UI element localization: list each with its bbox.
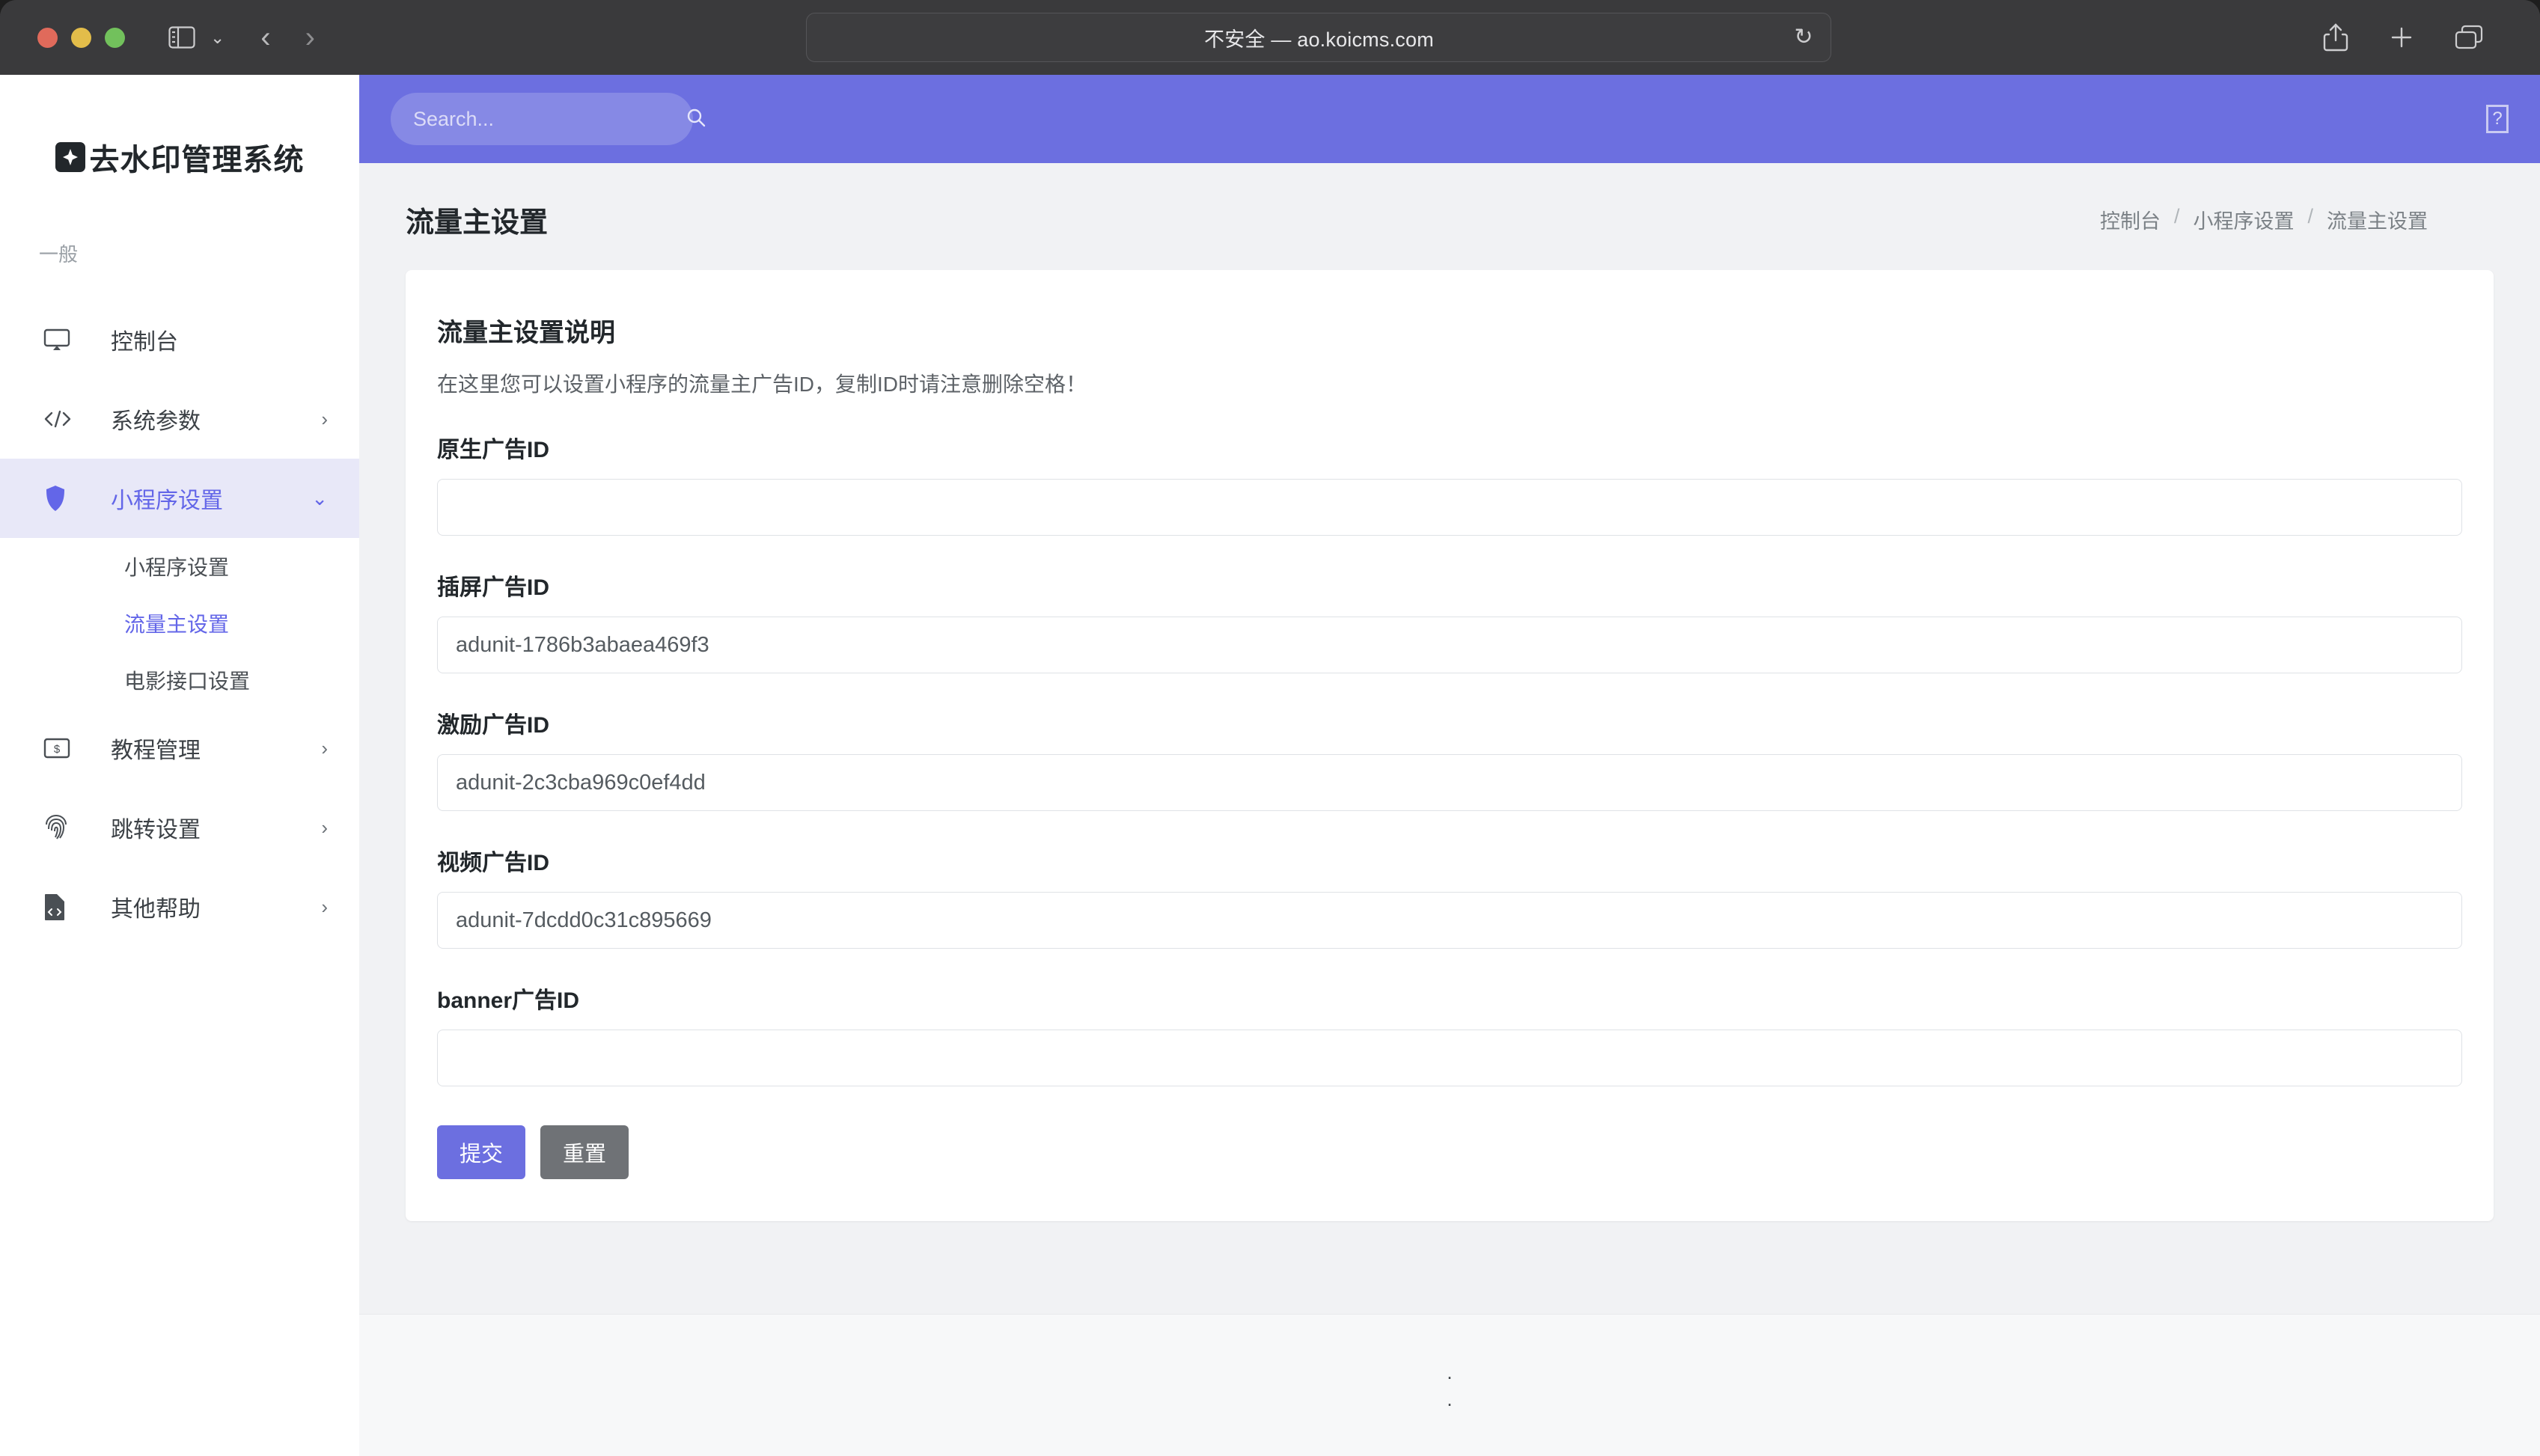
breadcrumb-item-miniprogram[interactable]: 小程序设置 bbox=[2193, 205, 2294, 234]
back-button[interactable]: ‹ bbox=[260, 22, 270, 52]
form-group-rewarded-ad: 激励广告ID bbox=[437, 706, 2462, 811]
banner-ad-id-input[interactable] bbox=[437, 1030, 2462, 1086]
field-label: 激励广告ID bbox=[437, 713, 549, 738]
sidebar-subitem-movie-api-settings[interactable]: 电影接口设置 bbox=[0, 652, 359, 709]
footer-line-2: . bbox=[1447, 1387, 1453, 1410]
submit-button[interactable]: 提交 bbox=[437, 1125, 525, 1179]
money-card-icon: $ bbox=[43, 738, 78, 759]
search-box[interactable] bbox=[391, 93, 706, 145]
app-sidebar: 去水印管理系统 一般 控制台 系统参数 › 小程序设置 ⌄ 小程序设置 流量主设… bbox=[0, 75, 359, 1456]
monitor-icon bbox=[43, 328, 78, 352]
native-ad-id-input[interactable] bbox=[437, 479, 2462, 536]
new-tab-icon[interactable] bbox=[2389, 25, 2414, 50]
card-description: 在这里您可以设置小程序的流量主广告ID，复制ID时请注意删除空格！ bbox=[437, 373, 1087, 396]
sidebar-subitem-miniprogram-settings[interactable]: 小程序设置 bbox=[0, 538, 359, 595]
field-label: banner广告ID bbox=[437, 988, 580, 1013]
web-page: 去水印管理系统 一般 控制台 系统参数 › 小程序设置 ⌄ 小程序设置 流量主设… bbox=[0, 75, 2540, 1456]
fingerprint-icon bbox=[43, 814, 78, 841]
maximize-window-button[interactable] bbox=[105, 27, 125, 48]
settings-card: 流量主设置说明 在这里您可以设置小程序的流量主广告ID，复制ID时请注意删除空格… bbox=[406, 270, 2494, 1221]
chevron-right-icon: › bbox=[321, 737, 328, 759]
field-label: 插屏广告ID bbox=[437, 575, 549, 600]
form-group-banner-ad: banner广告ID bbox=[437, 982, 2462, 1086]
search-icon[interactable] bbox=[686, 107, 706, 132]
sidebar-item-miniprogram-settings[interactable]: 小程序设置 ⌄ bbox=[0, 459, 359, 538]
navigation-arrows: ‹ › bbox=[260, 22, 315, 52]
sidebar-item-system-params[interactable]: 系统参数 › bbox=[0, 379, 359, 459]
url-bar-container: 不安全 — ao.koicms.com ↻ bbox=[315, 13, 2323, 62]
chevron-right-icon: › bbox=[321, 896, 328, 918]
sidebar-item-label: 控制台 bbox=[111, 330, 178, 355]
browser-right-tools bbox=[2323, 22, 2483, 52]
card-title: 流量主设置说明 bbox=[437, 319, 615, 347]
chevron-down-icon: ⌄ bbox=[311, 487, 328, 510]
main-content: ? 流量主设置 控制台 / 小程序设置 / 流量主设置 流量主设置说明 在这里您… bbox=[359, 75, 2540, 1456]
chevron-right-icon: › bbox=[321, 816, 328, 839]
browser-titlebar: ⌄ ‹ › 不安全 — ao.koicms.com ↻ bbox=[0, 0, 2540, 75]
subnav-label: 电影接口设置 bbox=[124, 670, 251, 693]
breadcrumb-separator: / bbox=[2173, 205, 2180, 227]
sidebar-subitem-traffic-settings[interactable]: 流量主设置 bbox=[0, 595, 359, 652]
subnav-label: 小程序设置 bbox=[124, 556, 230, 579]
field-label: 视频广告ID bbox=[437, 851, 549, 875]
search-input[interactable] bbox=[413, 107, 678, 131]
file-code-icon bbox=[43, 893, 78, 920]
forward-button[interactable]: › bbox=[305, 22, 315, 52]
reset-button[interactable]: 重置 bbox=[540, 1125, 629, 1179]
browser-window: ⌄ ‹ › 不安全 — ao.koicms.com ↻ 去水印管理系统 一般 控… bbox=[0, 0, 2540, 1456]
page-footer: . . bbox=[359, 1314, 2540, 1456]
share-icon[interactable] bbox=[2323, 22, 2348, 52]
chevron-right-icon: › bbox=[321, 408, 328, 430]
sidebar-item-redirect-settings[interactable]: 跳转设置 › bbox=[0, 788, 359, 867]
shield-icon bbox=[43, 485, 78, 512]
page-title: 流量主设置 bbox=[406, 207, 549, 239]
rewarded-ad-id-input[interactable] bbox=[437, 754, 2462, 811]
breadcrumb-item-dashboard[interactable]: 控制台 bbox=[2100, 205, 2161, 234]
sidebar-item-label: 小程序设置 bbox=[111, 489, 223, 513]
minimize-window-button[interactable] bbox=[71, 27, 91, 48]
code-icon bbox=[43, 409, 78, 429]
form-group-native-ad: 原生广告ID bbox=[437, 431, 2462, 536]
sidebar-toggle-icon[interactable] bbox=[168, 26, 195, 49]
breadcrumb-item-current: 流量主设置 bbox=[2327, 210, 2428, 233]
breadcrumb-separator: / bbox=[2307, 205, 2313, 227]
nav-section-label: 一般 bbox=[39, 243, 79, 266]
sidebar-item-dashboard[interactable]: 控制台 bbox=[0, 300, 359, 379]
url-text: 不安全 — ao.koicms.com bbox=[1204, 28, 1434, 51]
breadcrumb: 控制台 / 小程序设置 / 流量主设置 bbox=[2100, 205, 2428, 234]
video-ad-id-input[interactable] bbox=[437, 892, 2462, 949]
svg-text:$: $ bbox=[54, 743, 61, 756]
close-window-button[interactable] bbox=[37, 27, 58, 48]
sidebar-item-other-help[interactable]: 其他帮助 › bbox=[0, 867, 359, 946]
page-header: 流量主设置 控制台 / 小程序设置 / 流量主设置 bbox=[359, 163, 2540, 270]
chevron-down-icon[interactable]: ⌄ bbox=[210, 28, 225, 46]
sidebar-item-tutorial-management[interactable]: $ 教程管理 › bbox=[0, 709, 359, 788]
subnav-label: 流量主设置 bbox=[124, 613, 230, 636]
sidebar-item-label: 其他帮助 bbox=[111, 897, 201, 922]
app-topbar: ? bbox=[359, 75, 2540, 163]
reload-icon[interactable]: ↻ bbox=[1794, 26, 1813, 49]
field-label: 原生广告ID bbox=[437, 438, 549, 462]
footer-line-1: . bbox=[1447, 1360, 1453, 1383]
form-group-interstitial-ad: 插屏广告ID bbox=[437, 569, 2462, 673]
nav-list: 控制台 系统参数 › 小程序设置 ⌄ 小程序设置 流量主设置 电影接口设置 $ … bbox=[0, 300, 359, 946]
sparkle-icon bbox=[55, 142, 85, 172]
missing-glyph-icon[interactable]: ? bbox=[2486, 105, 2509, 133]
address-bar[interactable]: 不安全 — ao.koicms.com ↻ bbox=[806, 13, 1832, 62]
sidebar-item-label: 跳转设置 bbox=[111, 818, 201, 842]
sidebar-item-label: 系统参数 bbox=[111, 409, 201, 434]
traffic-lights bbox=[37, 27, 125, 48]
content-scroll-area: 流量主设置说明 在这里您可以设置小程序的流量主广告ID，复制ID时请注意删除空格… bbox=[359, 270, 2540, 1314]
interstitial-ad-id-input[interactable] bbox=[437, 617, 2462, 673]
form-actions: 提交 重置 bbox=[437, 1125, 2462, 1179]
sidebar-item-label: 教程管理 bbox=[111, 738, 201, 763]
tab-overview-icon[interactable] bbox=[2455, 25, 2483, 50]
form-group-video-ad: 视频广告ID bbox=[437, 844, 2462, 949]
brand-logo[interactable]: 去水印管理系统 bbox=[0, 75, 359, 187]
brand-name: 去水印管理系统 bbox=[89, 144, 305, 177]
